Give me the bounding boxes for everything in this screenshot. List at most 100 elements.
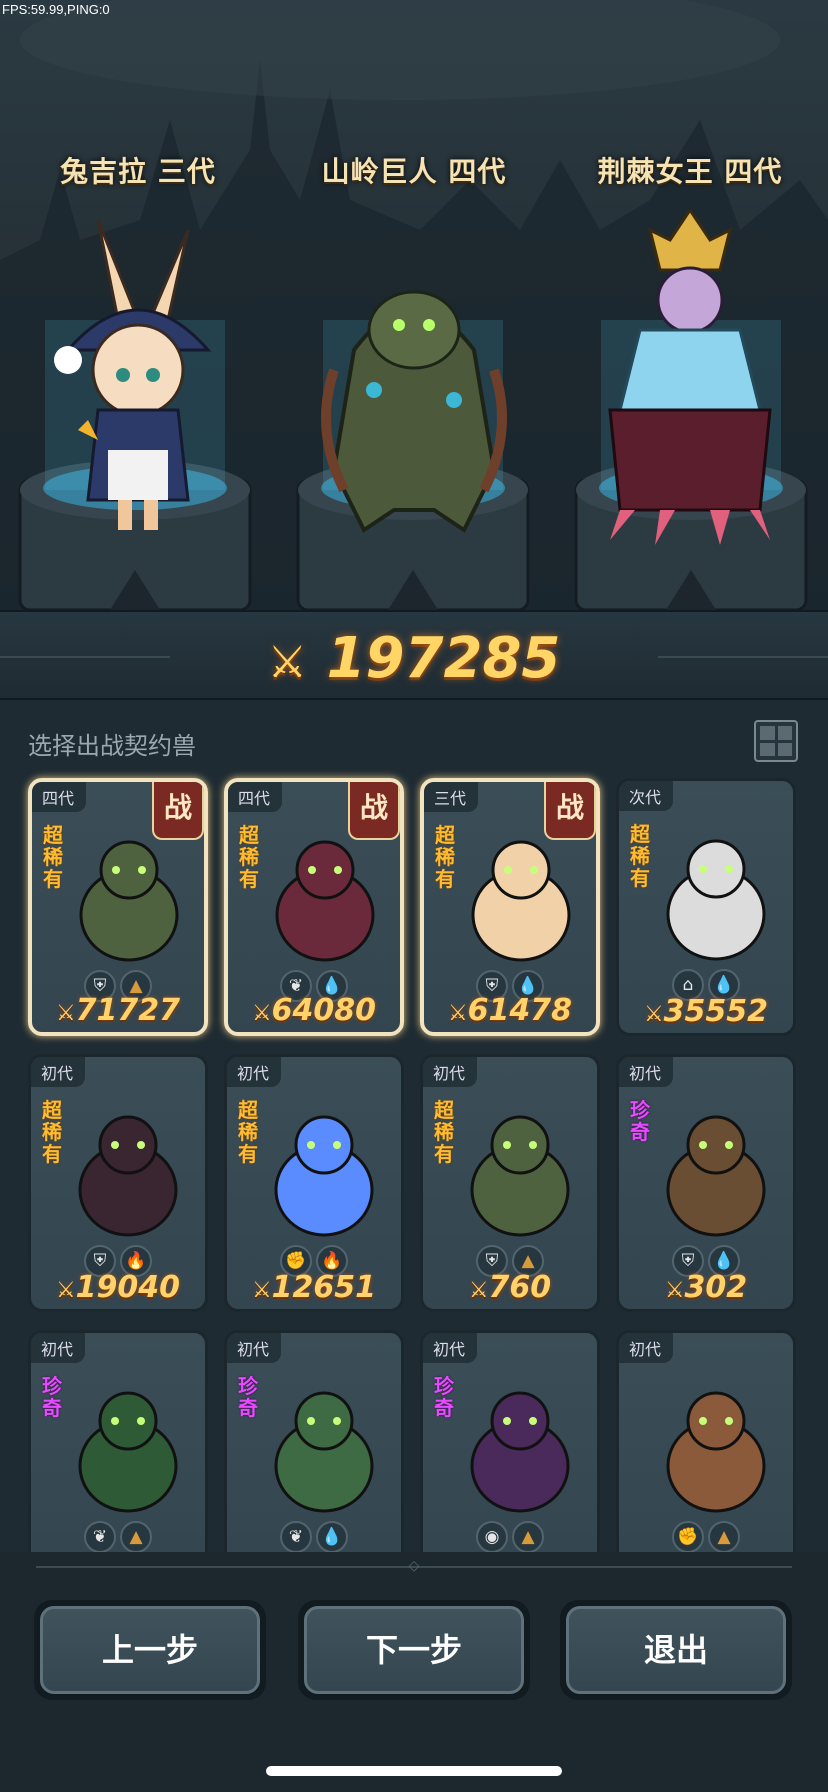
beast-power: ⚔71727 bbox=[32, 993, 204, 1028]
sprout-bug-portrait bbox=[274, 1391, 374, 1513]
mountain-giant-portrait bbox=[470, 1115, 570, 1237]
divider-ornament-icon: ◇ bbox=[408, 1558, 420, 1574]
beast-card[interactable]: 次代 超稀有 ⌂ 💧 ⚔35552 bbox=[616, 778, 796, 1036]
showcase-slot-2[interactable]: 山岭巨人 四代 bbox=[276, 150, 552, 610]
fps-readout: FPS:59.99,PING:0 bbox=[2, 2, 110, 17]
generation-label: 三代 bbox=[424, 782, 479, 812]
beast-power-value: 19040 bbox=[75, 1270, 181, 1305]
rarity-label: 超稀有 bbox=[42, 1098, 62, 1166]
beast-card[interactable]: 初代珍奇 ❦ ▲ bbox=[28, 1330, 208, 1552]
hero-name: 山岭巨人 四代 bbox=[321, 155, 507, 188]
showcase-slot-3[interactable]: 荆棘女王 四代 bbox=[552, 150, 828, 610]
rarity-label: 超稀有 bbox=[434, 1098, 454, 1166]
water-icon: 💧 bbox=[316, 1521, 348, 1552]
rock-icon: ▲ bbox=[512, 1521, 544, 1552]
blue-spirit-portrait bbox=[274, 1115, 374, 1237]
trait-tags: ❦ 💧 bbox=[227, 1521, 401, 1552]
beast-card[interactable]: 初代珍奇 ◉ ▲ bbox=[420, 1330, 600, 1552]
beast-card[interactable]: 初代 ✊ ▲ bbox=[616, 1330, 796, 1552]
beast-power: ⚔760 bbox=[423, 1270, 597, 1305]
beast-card[interactable]: 初代 超稀有 ✊ 🔥 ⚔12651 bbox=[224, 1054, 404, 1312]
rarity-label: 珍奇 bbox=[630, 1098, 650, 1144]
generation-label: 初代 bbox=[227, 1333, 282, 1363]
mountain-giant-portrait bbox=[79, 840, 179, 962]
beast-power: ⚔64080 bbox=[228, 993, 400, 1028]
leaf-icon: ❦ bbox=[84, 1521, 116, 1552]
moss-golem-portrait bbox=[78, 1391, 178, 1513]
beast-power-value: 61478 bbox=[467, 993, 573, 1028]
shadow-imp-portrait bbox=[470, 1391, 570, 1513]
hero-showcase: 兔吉拉 三代 山岭巨人 四代 荆棘女王 四代 bbox=[0, 0, 828, 610]
bunny-mage-portrait bbox=[471, 840, 571, 962]
trait-tags: ◉ ▲ bbox=[423, 1521, 597, 1552]
next-step-label: 下一步 bbox=[304, 1606, 524, 1694]
beast-card[interactable]: 初代珍奇 ❦ 💧 bbox=[224, 1330, 404, 1552]
rarity-label: 珍奇 bbox=[42, 1374, 62, 1420]
generation-label: 初代 bbox=[423, 1057, 478, 1087]
generation-label: 初代 bbox=[31, 1333, 86, 1363]
dark-wolf-portrait bbox=[78, 1115, 178, 1237]
beast-power: ⚔302 bbox=[619, 1270, 793, 1305]
power-icon: ⚔ bbox=[468, 1278, 489, 1303]
lion-beast-portrait bbox=[666, 1391, 766, 1513]
beast-power-value: 302 bbox=[684, 1270, 748, 1305]
exit-label: 退出 bbox=[566, 1606, 786, 1694]
rock-icon: ▲ bbox=[120, 1521, 152, 1552]
power-icon: ⚔ bbox=[55, 1278, 76, 1303]
generation-label: 初代 bbox=[31, 1057, 86, 1087]
fist-icon: ✊ bbox=[672, 1521, 704, 1552]
rarity-label: 珍奇 bbox=[434, 1374, 454, 1420]
next-step-button[interactable]: 下一步 bbox=[298, 1600, 530, 1700]
generation-label: 初代 bbox=[227, 1057, 282, 1087]
beast-card[interactable]: 初代 超稀有 ⛨ ▲ ⚔760 bbox=[420, 1054, 600, 1312]
showcase-slot-1[interactable]: 兔吉拉 三代 bbox=[0, 150, 276, 610]
beast-power-value: 35552 bbox=[663, 994, 769, 1029]
trait-tags: ❦ ▲ bbox=[31, 1521, 205, 1552]
generation-label: 初代 bbox=[619, 1333, 674, 1363]
rarity-label: 超稀有 bbox=[435, 823, 455, 891]
beast-card[interactable]: 初代 超稀有 ⛨ 🔥 ⚔19040 bbox=[28, 1054, 208, 1312]
total-power-value: ⚔ 197285 bbox=[267, 626, 561, 691]
rarity-label: 超稀有 bbox=[238, 1098, 258, 1166]
beast-card[interactable]: 四代 超稀有战 ⛨ ▲ ⚔71727 bbox=[28, 778, 208, 1036]
generation-label: 次代 bbox=[619, 781, 674, 811]
hero-name: 荆棘女王 四代 bbox=[597, 155, 783, 188]
eye-icon: ◉ bbox=[476, 1521, 508, 1552]
mountain-giant-figure bbox=[321, 290, 507, 533]
rarity-label: 超稀有 bbox=[630, 822, 650, 890]
beast-power-value: 64080 bbox=[271, 993, 377, 1028]
home-indicator bbox=[266, 1766, 562, 1776]
power-icon: ⚔ bbox=[664, 1278, 685, 1303]
beast-power-value: 12651 bbox=[271, 1270, 377, 1305]
generation-label: 四代 bbox=[228, 782, 283, 812]
rarity-label: 超稀有 bbox=[239, 823, 259, 891]
beast-card[interactable]: 四代 超稀有战 ❦ 💧 ⚔64080 bbox=[224, 778, 404, 1036]
grid-view-icon[interactable] bbox=[754, 720, 798, 762]
thorn-queen-figure bbox=[608, 210, 772, 545]
list-title: 选择出战契约兽 bbox=[28, 732, 196, 760]
exit-button[interactable]: 退出 bbox=[560, 1600, 792, 1700]
beast-power-value: 760 bbox=[488, 1270, 552, 1305]
prev-step-label: 上一步 bbox=[40, 1606, 260, 1694]
trait-tags: ✊ ▲ bbox=[619, 1521, 793, 1552]
beast-card[interactable]: 三代 超稀有战 ⛨ 💧 ⚔61478 bbox=[420, 778, 600, 1036]
bunny-mage-figure bbox=[54, 219, 212, 530]
beast-power-value: 71727 bbox=[75, 993, 181, 1028]
thorn-queen-portrait bbox=[275, 840, 375, 962]
tree-kid-portrait bbox=[666, 1115, 766, 1237]
beast-power: ⚔61478 bbox=[424, 993, 596, 1028]
prev-step-button[interactable]: 上一步 bbox=[34, 1600, 266, 1700]
generation-label: 初代 bbox=[619, 1057, 674, 1087]
power-icon: ⚔ bbox=[251, 1278, 272, 1303]
bottom-bar: ◇ 上一步 下一步 退出 bbox=[0, 1552, 828, 1792]
total-power-banner: ⚔ 197285 bbox=[0, 610, 828, 700]
beast-list-panel: 选择出战契约兽 四代 超稀有战 ⛨ ▲ ⚔71727 四代 超稀有战 ❦ 💧 ⚔64080 三代 超稀… bbox=[0, 702, 828, 1552]
beast-power: ⚔12651 bbox=[227, 1270, 401, 1305]
power-icon: ⚔ bbox=[643, 1002, 664, 1027]
power-icon: ⚔ bbox=[55, 1001, 76, 1026]
rarity-label: 超稀有 bbox=[43, 823, 63, 891]
generation-label: 初代 bbox=[423, 1333, 478, 1363]
beast-power: ⚔19040 bbox=[31, 1270, 205, 1305]
rarity-label: 珍奇 bbox=[238, 1374, 258, 1420]
beast-card[interactable]: 初代 珍奇 ⛨ 💧 ⚔302 bbox=[616, 1054, 796, 1312]
